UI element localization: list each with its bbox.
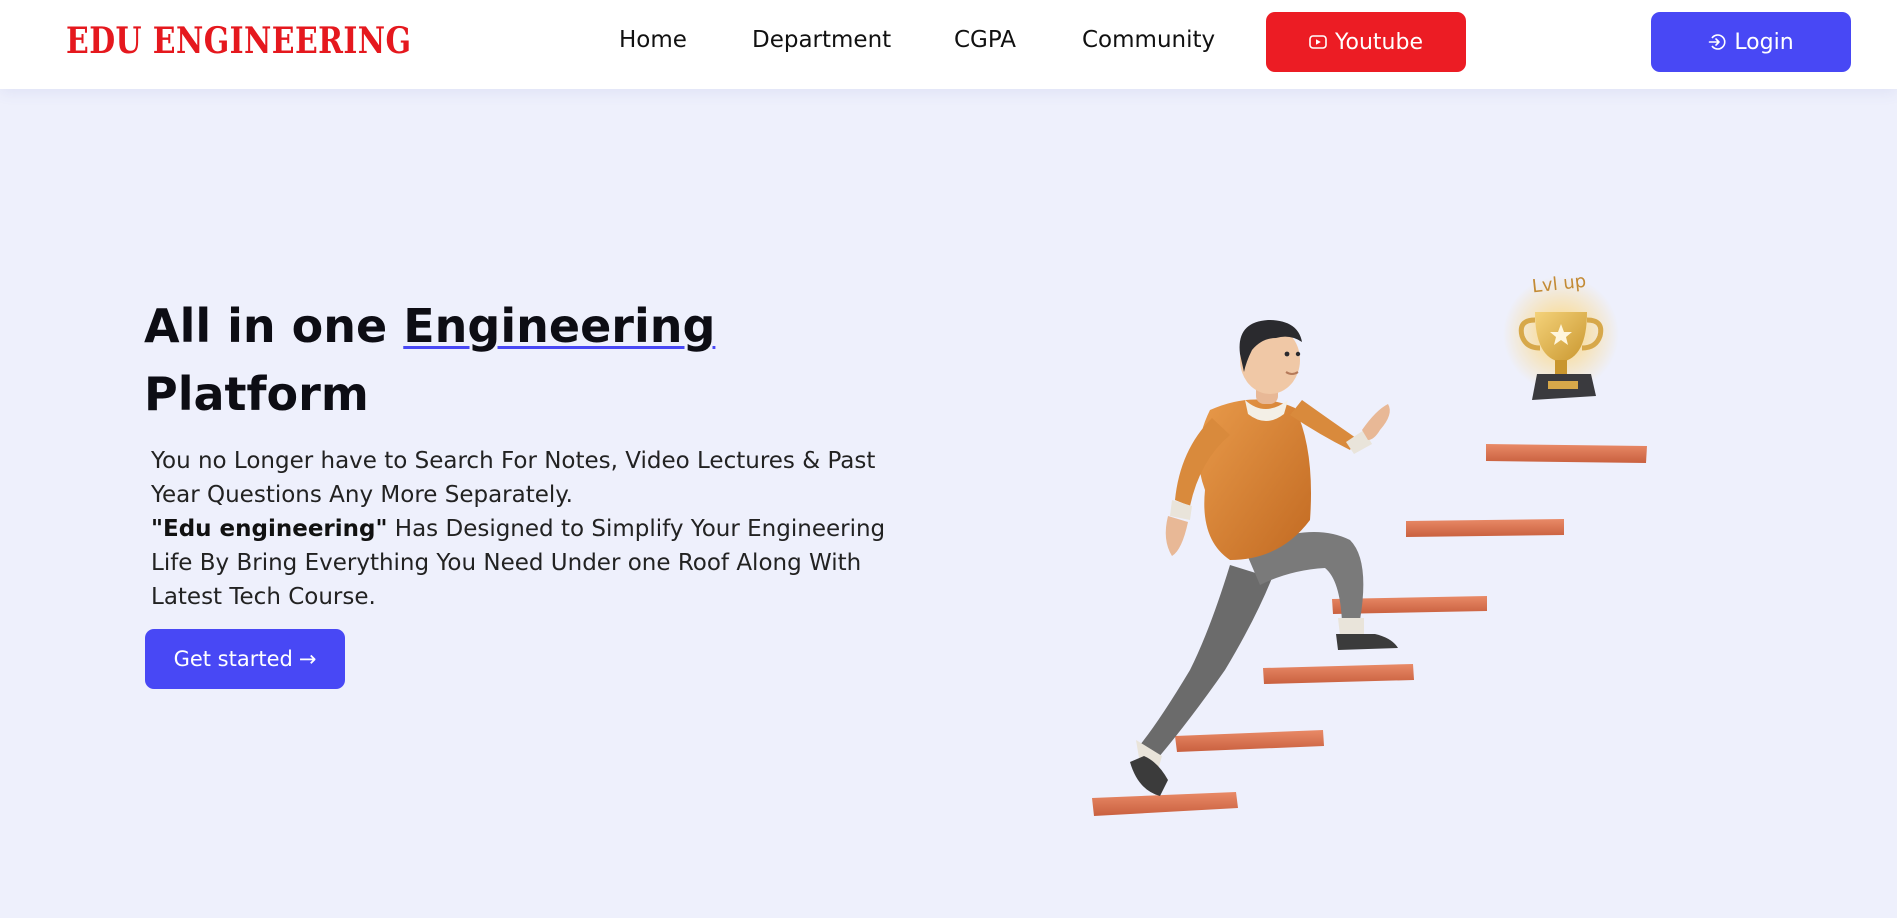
get-started-button[interactable]: Get started → bbox=[145, 629, 345, 689]
site-logo[interactable]: EDU ENGINEERING bbox=[66, 20, 411, 62]
site-header: EDU ENGINEERING Home Department CGPA Com… bbox=[0, 0, 1897, 89]
hero-description: You no Longer have to Search For Notes, … bbox=[151, 444, 896, 614]
youtube-play-icon bbox=[1309, 34, 1327, 50]
login-arrow-icon bbox=[1708, 33, 1726, 51]
youtube-button-label: Youtube bbox=[1335, 29, 1423, 55]
arrow-right-icon: → bbox=[298, 647, 317, 671]
youtube-button[interactable]: Youtube bbox=[1266, 12, 1466, 72]
nav-community[interactable]: Community bbox=[1082, 27, 1215, 53]
nav-home[interactable]: Home bbox=[619, 27, 687, 53]
hero-title-part2: Platform bbox=[144, 367, 369, 421]
nav-cgpa[interactable]: CGPA bbox=[954, 27, 1016, 53]
hero-title-part1: All in one bbox=[144, 299, 404, 353]
climbing-stairs-illustration: Lvl up bbox=[1092, 271, 1647, 816]
hero-paragraph-1: You no Longer have to Search For Notes, … bbox=[151, 448, 876, 508]
nav-department[interactable]: Department bbox=[752, 27, 891, 53]
login-button-label: Login bbox=[1734, 29, 1794, 55]
trophy-icon: Lvl up bbox=[1503, 271, 1619, 400]
hero-brand-quote: "Edu engineering" bbox=[151, 516, 388, 542]
login-button[interactable]: Login bbox=[1651, 12, 1851, 72]
get-started-label: Get started bbox=[173, 647, 293, 671]
hero-title-highlight: Engineering bbox=[403, 299, 716, 353]
climbing-person bbox=[1130, 320, 1398, 796]
hero-title: All in one Engineering Platform bbox=[144, 292, 904, 428]
hero-illustration: Lvl up bbox=[1040, 250, 1680, 850]
